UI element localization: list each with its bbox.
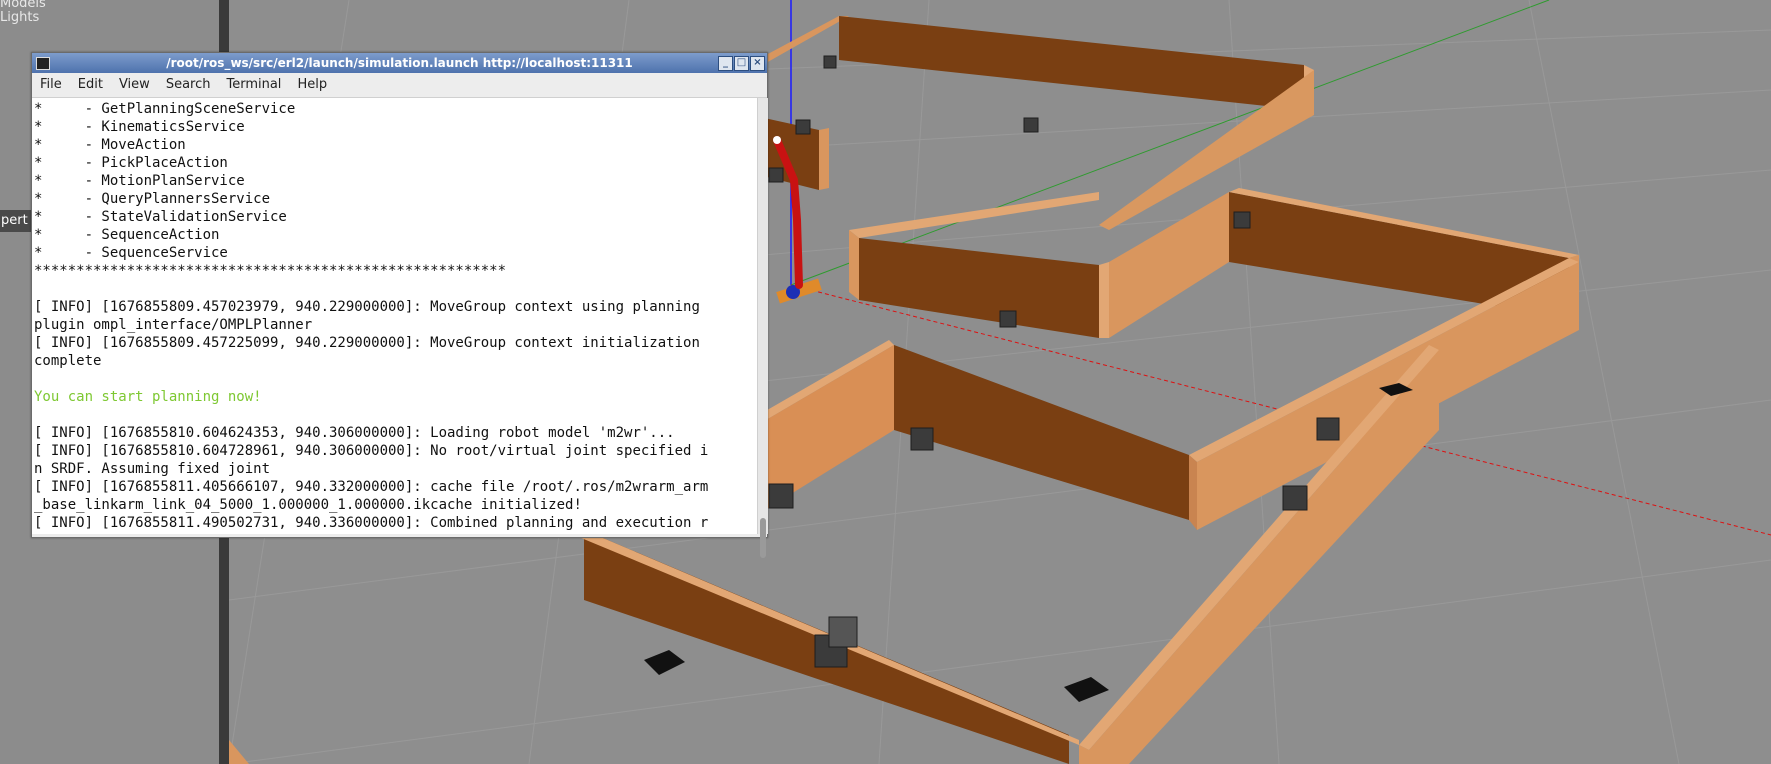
terminal-line: [ INFO] [1676855811.490502731, 940.33600… <box>34 515 709 531</box>
terminal-line: * - GetPlanningSceneService <box>34 101 296 117</box>
terminal-line: * - MotionPlanService <box>34 173 245 189</box>
terminal-line: * - MoveAction <box>34 137 186 153</box>
terminal-line: plugin ompl_interface/OMPLPlanner <box>34 317 313 333</box>
terminal-line: * - StateValidationService <box>34 209 287 225</box>
menu-terminal[interactable]: Terminal <box>218 73 289 97</box>
terminal-line: [ INFO] [1676855811.405666107, 940.33200… <box>34 479 709 495</box>
properties-tab[interactable]: pert <box>0 210 33 232</box>
terminal-output[interactable]: * - GetPlanningSceneService * - Kinematic… <box>32 98 757 534</box>
terminal-window[interactable]: /root/ros_ws/src/erl2/launch/simulation.… <box>31 52 768 558</box>
terminal-scrollbar[interactable] <box>757 98 768 558</box>
terminal-line: * - PickPlaceAction <box>34 155 228 171</box>
terminal-app-icon <box>36 57 50 70</box>
maximize-icon[interactable]: □ <box>734 56 749 71</box>
terminal-line: * - QueryPlannersService <box>34 191 271 207</box>
menu-help[interactable]: Help <box>289 73 335 97</box>
menu-search[interactable]: Search <box>158 73 219 97</box>
scrollbar-thumb[interactable] <box>760 518 766 558</box>
terminal-line: [ INFO] [1676855810.604624353, 940.30600… <box>34 425 675 441</box>
terminal-line: ****************************************… <box>34 263 507 279</box>
terminal-line: * - KinematicsService <box>34 119 245 135</box>
terminal-line: [ INFO] [1676855810.604728961, 940.30600… <box>34 443 709 459</box>
tree-item-lights[interactable]: Lights <box>0 10 39 25</box>
window-title: /root/ros_ws/src/erl2/launch/simulation.… <box>166 56 633 70</box>
terminal-line: complete <box>34 353 102 369</box>
terminal-menubar: File Edit View Search Terminal Help <box>32 73 767 98</box>
terminal-line: [ INFO] [1676855809.457023979, 940.22900… <box>34 299 700 315</box>
close-icon[interactable]: × <box>750 56 765 71</box>
menu-file[interactable]: File <box>32 73 70 97</box>
terminal-line: _base_linkarm_link_04_5000_1.000000_1.00… <box>34 497 582 513</box>
terminal-line: You can start planning now! <box>34 389 262 405</box>
minimize-icon[interactable]: _ <box>718 56 733 71</box>
terminal-line: * - SequenceService <box>34 245 228 261</box>
menu-edit[interactable]: Edit <box>70 73 111 97</box>
terminal-line: [ INFO] [1676855809.457225099, 940.22900… <box>34 335 700 351</box>
menu-view[interactable]: View <box>111 73 158 97</box>
terminal-titlebar[interactable]: /root/ros_ws/src/erl2/launch/simulation.… <box>32 53 767 73</box>
terminal-line: * - SequenceAction <box>34 227 220 243</box>
terminal-line: n SRDF. Assuming fixed joint <box>34 461 271 477</box>
